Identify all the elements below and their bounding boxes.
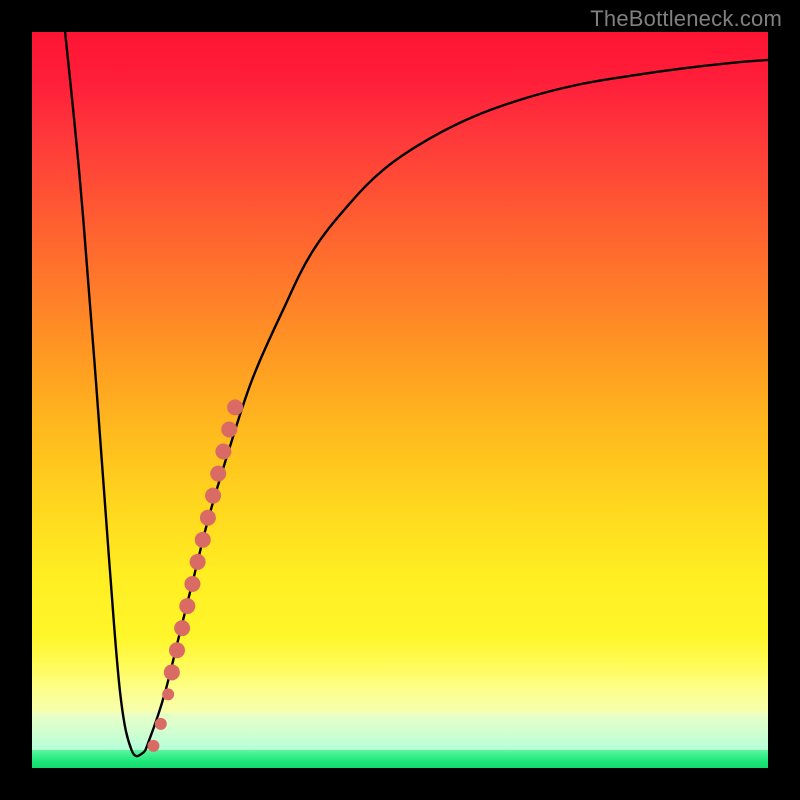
highlight-dot <box>200 510 216 526</box>
highlight-dot <box>184 576 200 592</box>
chart-svg <box>32 32 768 768</box>
chart-frame: TheBottleneck.com <box>0 0 800 800</box>
highlight-dot <box>169 642 185 658</box>
highlight-dot <box>215 444 231 460</box>
highlight-dot <box>221 421 237 437</box>
highlight-dot <box>164 664 180 680</box>
highlight-dot <box>179 598 195 614</box>
highlight-dot <box>147 740 159 752</box>
highlight-dot <box>162 688 174 700</box>
attribution-text: TheBottleneck.com <box>590 6 782 32</box>
highlight-dot <box>205 488 221 504</box>
highlight-dot <box>210 466 226 482</box>
highlight-dot <box>155 718 167 730</box>
highlight-dot <box>174 620 190 636</box>
plot-area <box>32 32 768 768</box>
highlight-dot <box>227 399 243 415</box>
highlight-dot <box>195 532 211 548</box>
highlight-dot <box>190 554 206 570</box>
